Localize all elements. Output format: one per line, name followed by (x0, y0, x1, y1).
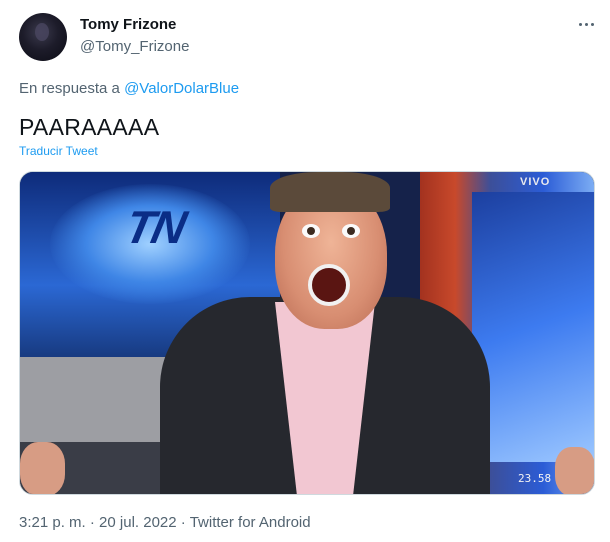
reply-context: En respuesta a @ValorDolarBlue (19, 80, 239, 97)
avatar[interactable] (19, 13, 67, 61)
host-hand (20, 442, 65, 494)
host-hair (270, 172, 390, 212)
host-eye (342, 224, 360, 238)
author-name[interactable]: Tomy Frizone (80, 16, 176, 33)
meta-separator: · (180, 514, 186, 531)
studio-screen (472, 192, 594, 462)
tweet-time[interactable]: 3:21 p. m. (19, 514, 86, 531)
tweet-text: PAARAAAAA (19, 114, 160, 140)
host-mouth (308, 264, 350, 306)
translate-tweet-link[interactable]: Traducir Tweet (19, 144, 98, 158)
host-eye (302, 224, 320, 238)
tweet-date[interactable]: 20 jul. 2022 (99, 514, 177, 531)
more-dot (578, 22, 582, 26)
tweet-media-image[interactable]: TN VIVO 23.58 (19, 171, 595, 495)
tweet-source[interactable]: Twitter for Android (190, 514, 311, 531)
more-dot (584, 22, 588, 26)
more-dot (590, 22, 594, 26)
tweet-card: Tomy Frizone @Tomy_Frizone En respuesta … (0, 0, 610, 542)
more-icon[interactable] (574, 14, 598, 34)
reply-mention-link[interactable]: @ValorDolarBlue (124, 80, 239, 97)
channel-logo: TN (120, 201, 190, 253)
tweet-meta: 3:21 p. m. · 20 jul. 2022 · Twitter for … (19, 514, 311, 531)
meta-separator: · (89, 514, 95, 531)
reply-prefix: En respuesta a (19, 80, 120, 97)
broadcast-clock: 23.58 (518, 472, 552, 485)
host-hand (555, 447, 594, 494)
live-tag: VIVO (520, 176, 551, 188)
author-handle[interactable]: @Tomy_Frizone (80, 38, 189, 55)
